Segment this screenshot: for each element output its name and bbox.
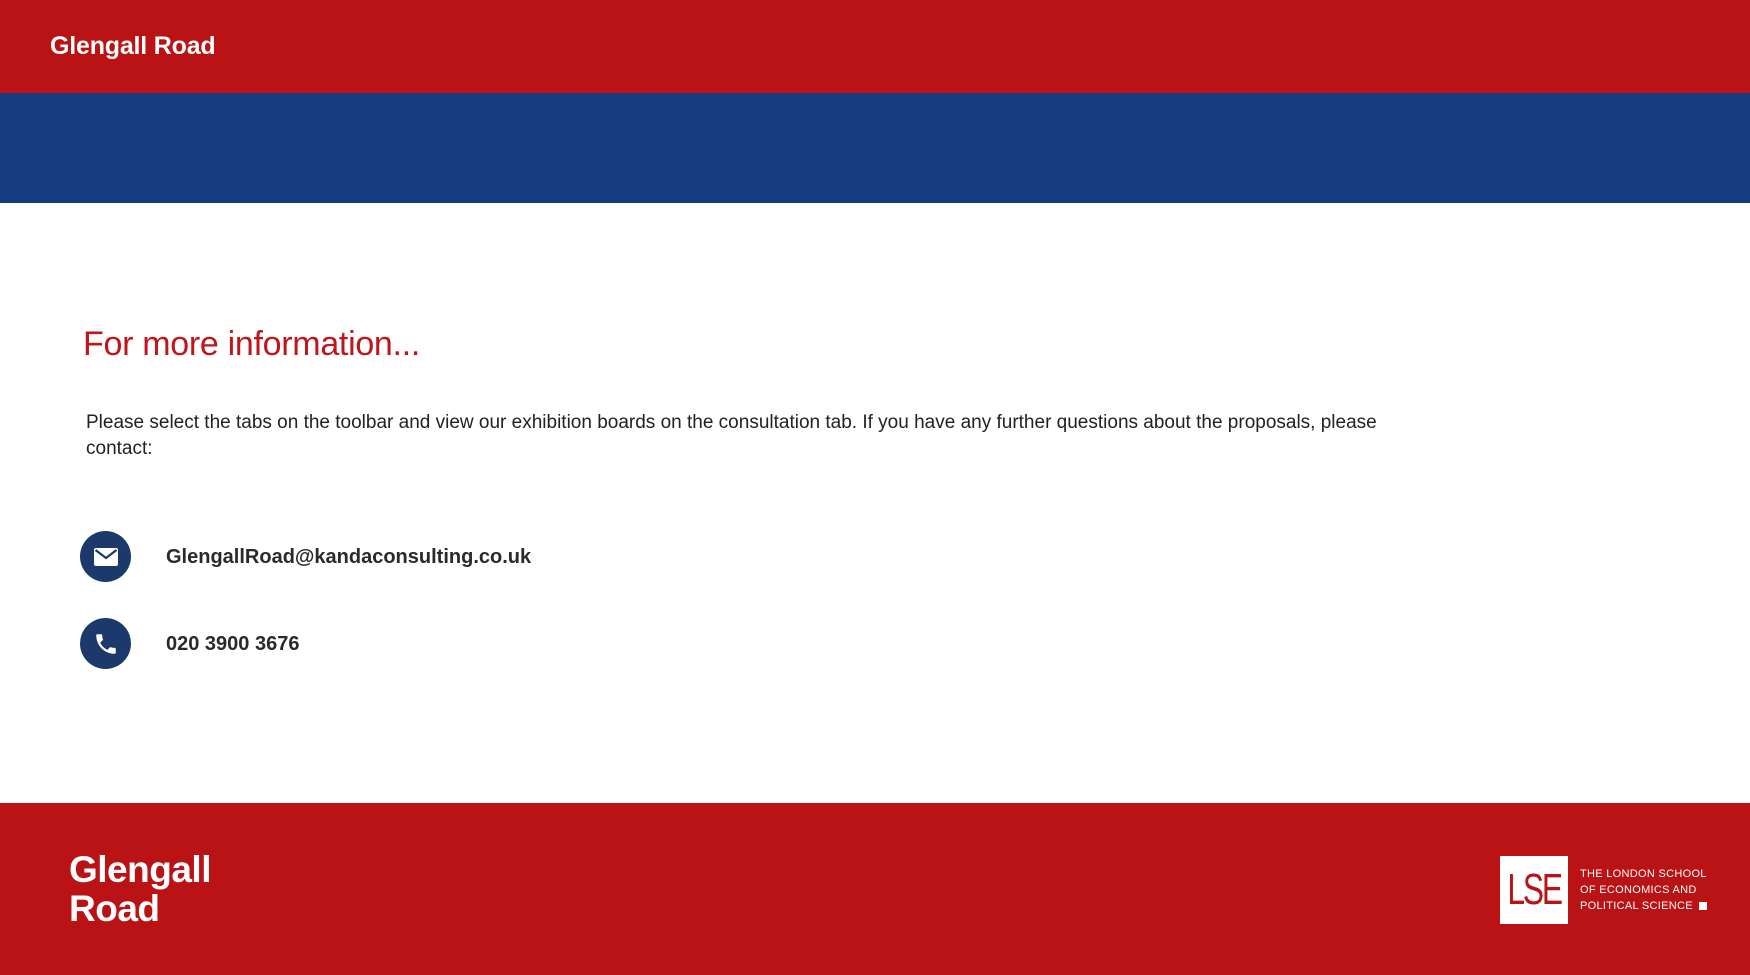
envelope-icon [80,531,131,582]
phone-link[interactable]: 020 3900 3676 [166,631,299,657]
lse-square-icon [1698,902,1707,910]
contact-email-row: GlengallRoad@kandaconsulting.co.uk [80,531,531,582]
lse-logo-mark: LSE [1500,856,1568,924]
lse-logo-text: THE LONDON SCHOOL OF ECONOMICS AND POLIT… [1580,868,1707,914]
page-heading: For more information... [83,325,420,363]
site-title-link[interactable]: Glengall Road [50,30,216,62]
lse-logo-text-line3: POLITICAL SCIENCE [1580,898,1707,914]
banner-band [0,93,1750,203]
footer: Glengall Road LSE THE LONDON SCHOOL OF E… [0,803,1750,975]
email-link[interactable]: GlengallRoad@kandaconsulting.co.uk [166,544,531,570]
intro-text: Please select the tabs on the toolbar an… [86,412,1377,459]
contact-phone-row: 020 3900 3676 [80,618,299,669]
page: Glengall Road For more information... Pl… [0,0,1750,975]
footer-brand: Glengall Road [69,850,211,928]
phone-icon [80,618,131,669]
footer-brand-line2: Road [69,888,160,929]
top-bar: Glengall Road [0,0,1750,93]
footer-brand-line1: Glengall [69,849,211,890]
lse-logo[interactable]: LSE THE LONDON SCHOOL OF ECONOMICS AND P… [1500,856,1707,924]
